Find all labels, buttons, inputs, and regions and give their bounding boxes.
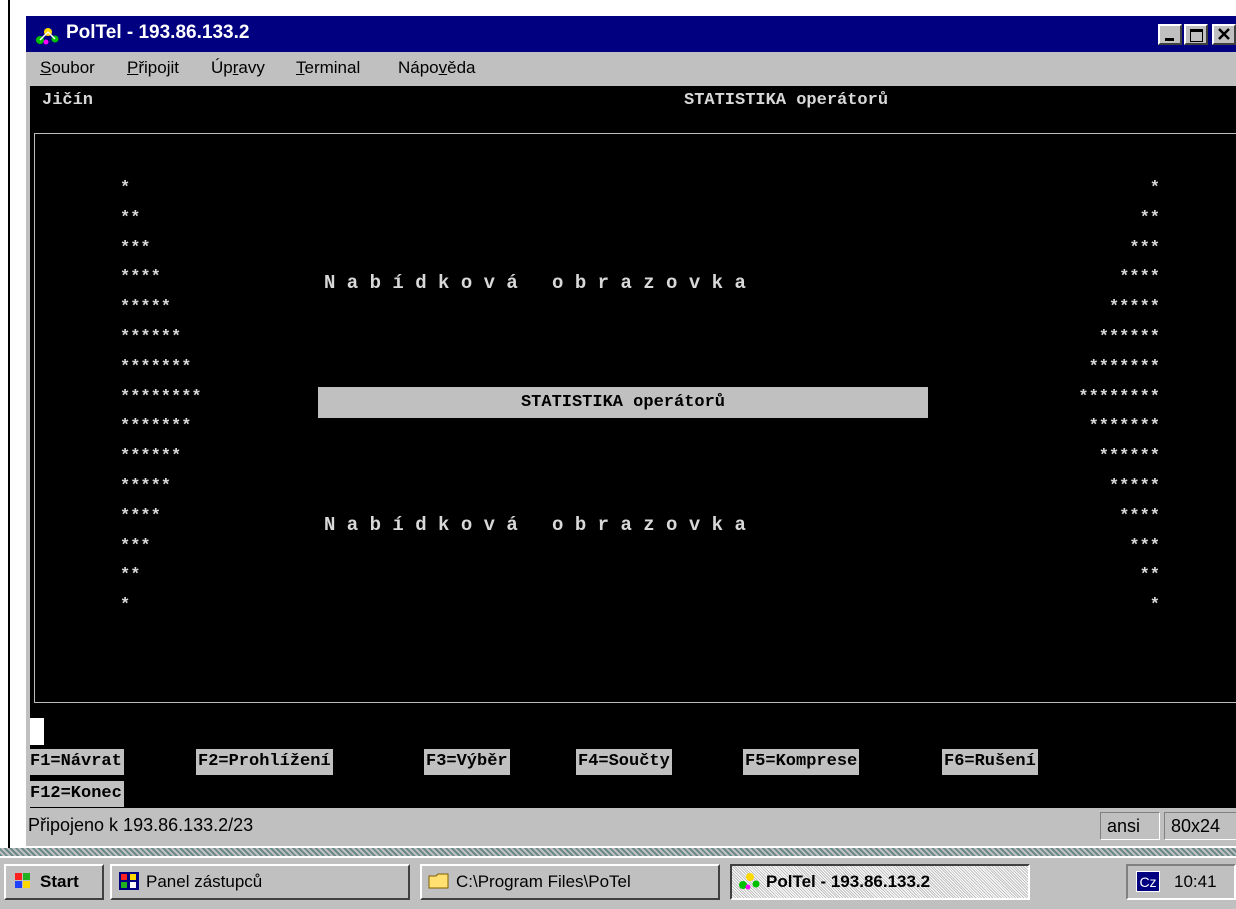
clock[interactable]: 10:41	[1174, 872, 1217, 892]
folder-icon	[428, 873, 449, 889]
right-star-pyramid: * ** *** **** ***** ****** ******* ******** ****…	[940, 174, 1160, 621]
star-row: ******	[1098, 327, 1160, 347]
shortcut-panel-icon	[119, 872, 139, 890]
selected-menu-item[interactable]: STATISTIKA operátorů	[318, 387, 928, 418]
fkey-f3-vyber[interactable]: F3=Výběr	[424, 749, 510, 775]
close-icon	[1218, 28, 1230, 40]
fkey-f6-ruseni[interactable]: F6=Rušení	[942, 749, 1038, 775]
star-row: ****	[120, 268, 161, 288]
star-row: *******	[120, 357, 192, 377]
fkey-f4-soucty[interactable]: F4=Součty	[576, 749, 672, 775]
terminal-screen[interactable]: Jičín STATISTIKA operátorů * ** *** **** ***…	[30, 86, 1236, 808]
taskbar-label-poltel: PolTel - 193.86.133.2	[766, 872, 931, 891]
menu-pripojit[interactable]: Připojit	[127, 58, 179, 78]
fkey-f5-komprese[interactable]: F5=Komprese	[743, 749, 860, 775]
status-bar: Připojeno k 193.86.133.2/23 ansi 80x24	[26, 808, 1236, 844]
taskbar-label-panel: Panel zástupců	[146, 872, 263, 891]
system-tray: Cz 10:41	[1126, 864, 1236, 900]
menu-bar: Soubor Připojit Úpravy Terminal Nápověda	[26, 52, 1236, 84]
terminal-size-pane: 80x24	[1164, 812, 1236, 840]
taskbar-poltel[interactable]: PolTel - 193.86.133.2	[730, 864, 1030, 900]
menu-heading-bottom: N a b í d k o v á o b r a z o v k a	[324, 514, 746, 536]
menu-upravy[interactable]: Úpravy	[211, 58, 265, 78]
star-row: **	[1139, 566, 1160, 586]
start-label: Start	[40, 872, 79, 891]
terminal-cursor	[30, 718, 44, 745]
minimize-button[interactable]	[1158, 24, 1182, 45]
star-row: *	[120, 596, 131, 616]
desktop-strip	[0, 848, 1236, 856]
menu-soubor[interactable]: Soubor	[40, 58, 95, 78]
poltel-app-icon	[36, 28, 59, 45]
star-row: ***	[1129, 536, 1160, 556]
close-button[interactable]	[1212, 24, 1236, 45]
star-row: *******	[1088, 357, 1160, 377]
star-row: *	[120, 179, 131, 198]
connection-status: Připojeno k 193.86.133.2/23	[28, 815, 254, 835]
menu-heading-top: N a b í d k o v á o b r a z o v k a	[324, 272, 746, 294]
terminal-screen-title: STATISTIKA operátorů	[684, 91, 889, 110]
star-row: ***	[120, 536, 151, 556]
star-row: ***	[1129, 238, 1160, 258]
window-title: PolTel - 193.86.133.2	[66, 22, 250, 43]
star-row: ********	[1078, 387, 1160, 407]
star-row: *****	[120, 476, 172, 496]
windows-logo-icon	[15, 873, 30, 888]
poltel-window: PolTel - 193.86.133.2 Soubor Připojit Úp…	[26, 16, 1236, 846]
star-row: *	[1149, 596, 1160, 616]
taskbar-folder-potel[interactable]: C:\Program Files\PoTel	[420, 864, 720, 900]
star-row: *****	[120, 298, 172, 318]
star-row: ******	[1098, 447, 1160, 467]
star-row: ********	[120, 387, 202, 407]
star-row: **	[1139, 208, 1160, 228]
taskbar-label-folder: C:\Program Files\PoTel	[456, 872, 631, 891]
star-row: *****	[1108, 298, 1160, 318]
encoding-pane: ansi	[1100, 812, 1160, 840]
maximize-icon	[1190, 29, 1203, 42]
star-row: ***	[120, 238, 151, 258]
menu-napoveda[interactable]: Nápověda	[398, 58, 476, 78]
language-indicator[interactable]: Cz	[1136, 871, 1160, 892]
star-row: **	[120, 208, 141, 228]
terminal-location: Jičín	[42, 91, 94, 110]
fkey-f2-prohlizeni[interactable]: F2=Prohlížení	[196, 749, 333, 775]
fkey-f1-navrat[interactable]: F1=Návrat	[30, 749, 124, 775]
left-star-pyramid: * ** *** **** ***** ****** ******* ******** ****…	[120, 174, 202, 621]
star-row: *******	[1088, 417, 1160, 437]
star-row: ******	[120, 327, 182, 347]
star-row: ******	[120, 447, 182, 467]
star-row: ****	[1119, 506, 1160, 526]
left-edge-line	[8, 0, 10, 909]
menu-terminal[interactable]: Terminal	[296, 58, 360, 78]
maximize-button[interactable]	[1184, 24, 1208, 45]
star-row: *******	[120, 417, 192, 437]
poltel-taskbar-icon	[739, 873, 760, 890]
taskbar: Start Panel zástupců C:\Program Files\Po…	[0, 856, 1236, 909]
star-row: *	[1149, 179, 1160, 198]
star-row: *****	[1108, 476, 1160, 496]
minimize-icon	[1165, 38, 1174, 41]
fkey-f12-konec[interactable]: F12=Konec	[30, 781, 124, 807]
taskbar-panel-zastupcu[interactable]: Panel zástupců	[110, 864, 410, 900]
title-bar[interactable]: PolTel - 193.86.133.2	[26, 16, 1236, 52]
start-button[interactable]: Start	[4, 864, 104, 900]
star-row: ****	[120, 506, 161, 526]
star-row: ****	[1119, 268, 1160, 288]
star-row: **	[120, 566, 141, 586]
